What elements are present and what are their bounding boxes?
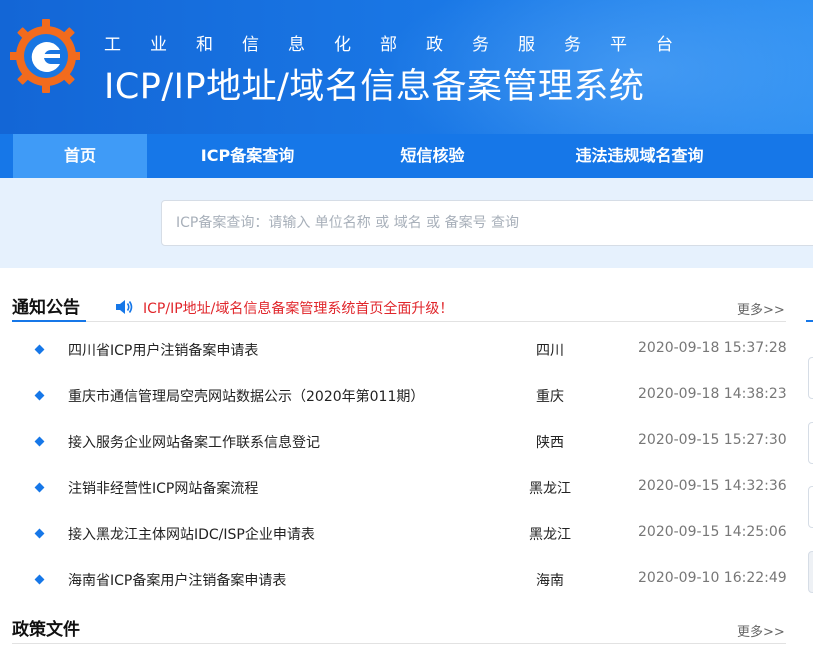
notice-row-region: 四川 [536, 343, 564, 359]
notice-title-underline [12, 320, 86, 322]
header-subtitle: 工业和信息化部政务服务平台 [104, 35, 702, 55]
notice-row-region: 重庆 [536, 389, 564, 405]
diamond-bullet-icon [34, 390, 45, 401]
side-panel-field[interactable] [808, 486, 813, 528]
diamond-bullet-icon [34, 436, 45, 447]
notice-row-date: 2020-09-15 14:25:06 [638, 524, 787, 540]
side-panel-field[interactable] [808, 357, 813, 399]
diamond-bullet-icon [34, 482, 45, 493]
diamond-bullet-icon [34, 574, 45, 585]
notice-section-title: 通知公告 [12, 298, 80, 318]
nav-item-sms-verify[interactable]: 短信核验 [375, 134, 490, 178]
side-panel-field[interactable] [808, 422, 813, 464]
notice-row[interactable]: 四川省ICP用户注销备案申请表 四川 2020-09-18 15:37:28 [0, 337, 800, 367]
side-panel-tab-indicator [806, 320, 813, 322]
diamond-bullet-icon [34, 344, 45, 355]
notice-row-date: 2020-09-10 16:22:49 [638, 570, 787, 586]
notice-row[interactable]: 接入服务企业网站备案工作联系信息登记 陕西 2020-09-15 15:27:3… [0, 429, 800, 459]
notice-row-date: 2020-09-15 14:32:36 [638, 478, 787, 494]
notice-row-region: 海南 [536, 573, 564, 589]
speaker-icon [116, 300, 133, 314]
site-header: 工业和信息化部政务服务平台 ICP/IP地址/域名信息备案管理系统 [0, 0, 813, 134]
notice-row-title[interactable]: 注销非经营性ICP网站备案流程 [68, 478, 258, 498]
notice-row-region: 黑龙江 [529, 527, 571, 543]
notice-row-region: 陕西 [536, 435, 564, 451]
side-panel-button[interactable] [808, 551, 813, 593]
search-band [0, 178, 813, 268]
policy-section-title: 政策文件 [12, 620, 80, 640]
notice-divider [12, 321, 786, 322]
notice-row[interactable]: 接入黑龙江主体网站IDC/ISP企业申请表 黑龙江 2020-09-15 14:… [0, 521, 800, 551]
header-title: ICP/IP地址/域名信息备案管理系统 [104, 67, 645, 107]
nav-item-overflow[interactable] [805, 268, 813, 312]
policy-divider [12, 643, 786, 644]
nav-item-illegal-domain[interactable]: 违法违规域名查询 [552, 134, 727, 178]
diamond-bullet-icon [34, 528, 45, 539]
notice-more-link[interactable]: 更多>> [737, 299, 785, 318]
notice-row[interactable]: 注销非经营性ICP网站备案流程 黑龙江 2020-09-15 14:32:36 [0, 475, 800, 505]
nav-item-home[interactable]: 首页 [13, 134, 147, 178]
notice-row[interactable]: 重庆市通信管理局空壳网站数据公示（2020年第011期） 重庆 2020-09-… [0, 383, 800, 413]
nav-item-icp-query[interactable]: ICP备案查询 [175, 134, 320, 178]
notice-row-date: 2020-09-15 15:27:30 [638, 432, 787, 448]
notice-row[interactable]: 海南省ICP备案用户注销备案申请表 海南 2020-09-10 16:22:49 [0, 567, 800, 597]
policy-more-link[interactable]: 更多>> [737, 621, 785, 640]
notice-row-region: 黑龙江 [529, 481, 571, 497]
notice-marquee[interactable]: ICP/IP地址/域名信息备案管理系统首页全面升级！ [143, 298, 453, 318]
notice-row-date: 2020-09-18 14:38:23 [638, 386, 787, 402]
notice-row-title[interactable]: 海南省ICP备案用户注销备案申请表 [68, 570, 286, 590]
notice-row-date: 2020-09-18 15:37:28 [638, 340, 787, 356]
main-nav: 首页 ICP备案查询 短信核验 违法违规域名查询 [0, 134, 813, 178]
notice-row-title[interactable]: 接入服务企业网站备案工作联系信息登记 [68, 432, 320, 452]
icp-search-input[interactable] [161, 200, 813, 246]
notice-row-title[interactable]: 接入黑龙江主体网站IDC/ISP企业申请表 [68, 524, 315, 544]
site-logo-icon[interactable] [10, 16, 80, 96]
notice-row-title[interactable]: 重庆市通信管理局空壳网站数据公示（2020年第011期） [68, 386, 424, 406]
notice-row-title[interactable]: 四川省ICP用户注销备案申请表 [68, 340, 258, 360]
